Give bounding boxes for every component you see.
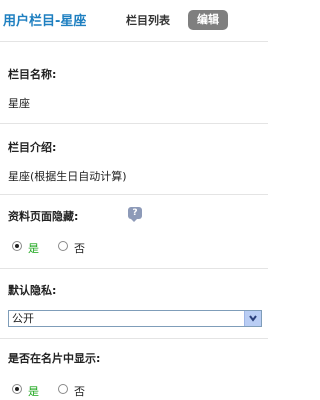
show-in-card-label: 是否在名片中显示: [8,352,101,365]
chevron-down-icon [249,315,257,322]
show-in-card-yes-label[interactable]: 是 [28,383,39,399]
help-bubble-icon[interactable]: ? [128,207,142,222]
default-privacy-select[interactable]: 公开 [8,310,262,327]
tab-column-list[interactable]: 栏目列表 [126,12,170,28]
show-in-card-no-label[interactable]: 否 [74,383,85,399]
page-title: 用户栏目-星座 [3,14,87,29]
tab-edit[interactable]: 编辑 [188,10,228,30]
header: 用户栏目-星座 栏目列表 编辑 [0,0,268,40]
divider [0,268,268,269]
profile-hide-yes-label[interactable]: 是 [28,240,39,256]
profile-hide-no-radio[interactable] [58,241,68,251]
divider [0,338,268,339]
divider [0,41,268,42]
divider [0,123,268,124]
default-privacy-selected: 公开 [12,312,34,325]
column-description-value: 星座(根据生日自动计算) [8,170,127,183]
divider [0,194,268,195]
show-in-card-no-radio[interactable] [58,384,68,394]
profile-hide-no-label[interactable]: 否 [74,240,85,256]
column-name-value: 星座 [8,97,30,110]
dropdown-arrow-button[interactable] [244,311,261,326]
show-in-card-yes-radio[interactable] [12,384,22,394]
default-privacy-label: 默认隐私: [8,284,57,297]
column-description-label: 栏目介绍: [8,141,57,154]
profile-hide-label: 资料页面隐藏: [8,210,79,223]
column-name-label: 栏目名称: [8,68,57,81]
profile-hide-yes-radio[interactable] [12,241,22,251]
